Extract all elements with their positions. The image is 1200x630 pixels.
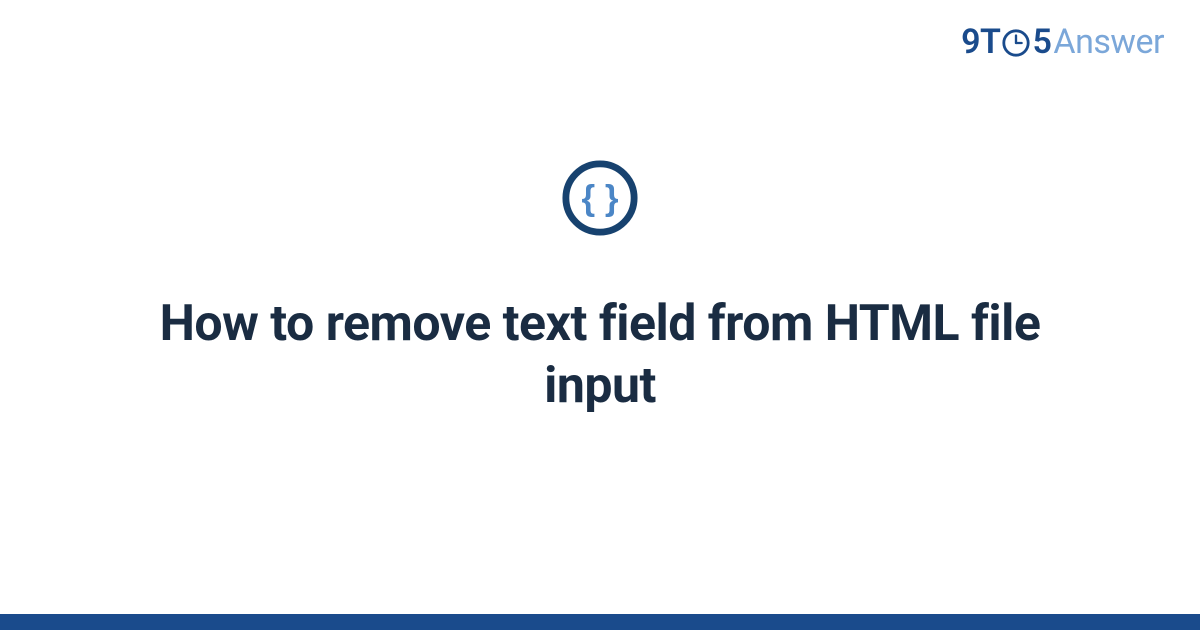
page-title: How to remove text field from HTML file … xyxy=(120,293,1080,418)
main-content: { } How to remove text field from HTML f… xyxy=(0,0,1200,630)
svg-text:{ }: { } xyxy=(581,178,618,217)
code-braces-icon: { } xyxy=(561,159,639,237)
bottom-accent-bar xyxy=(0,614,1200,630)
